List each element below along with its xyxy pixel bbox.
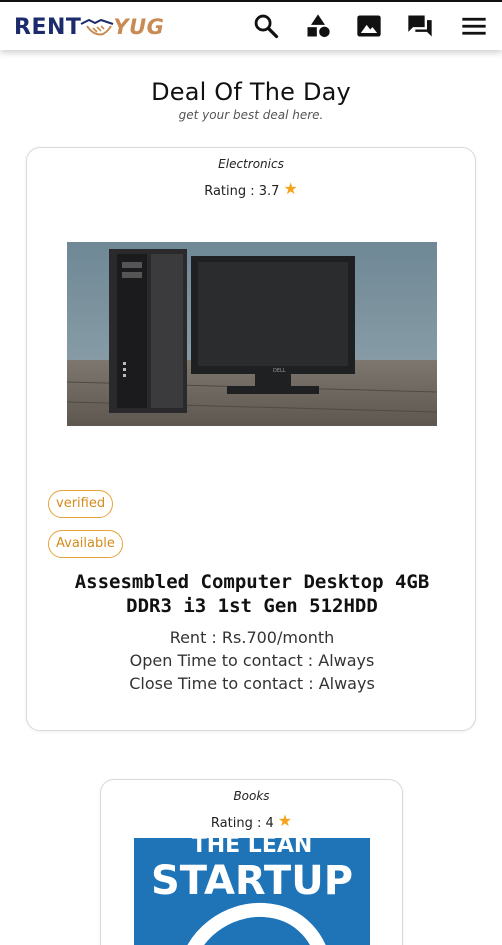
product-image[interactable]: THE LEAN STARTUP bbox=[134, 838, 370, 945]
desktop-computer-photo: DELL bbox=[67, 242, 437, 426]
rentyug-logo[interactable]: RENT YUG bbox=[14, 12, 164, 42]
rent-price: Rent : Rs.700/month bbox=[169, 628, 335, 647]
section-title: Deal Of The Day bbox=[151, 78, 351, 106]
search-icon[interactable] bbox=[252, 12, 280, 40]
available-badge: Available bbox=[48, 530, 123, 558]
product-rating: Rating : 4 ★ bbox=[101, 811, 402, 831]
category-shapes-icon[interactable] bbox=[304, 12, 332, 40]
product-image[interactable]: DELL bbox=[67, 242, 437, 426]
open-time: Open Time to contact : Always bbox=[129, 651, 375, 670]
product-category: Books bbox=[233, 789, 270, 803]
section-subtitle: get your best deal here. bbox=[178, 108, 324, 122]
star-icon: ★ bbox=[283, 179, 298, 198]
logo-rent-text: RENT bbox=[14, 14, 82, 40]
forum-icon[interactable] bbox=[406, 12, 434, 40]
rating-label: Rating : 3.7 bbox=[204, 184, 280, 199]
verified-badge: verified bbox=[48, 490, 114, 518]
product-category: Electronics bbox=[218, 157, 284, 171]
menu-icon[interactable] bbox=[460, 12, 488, 40]
product-card[interactable]: Books Rating : 4 ★ THE LEAN STARTUP bbox=[100, 779, 403, 945]
top-navbar: RENT YUG bbox=[0, 0, 502, 50]
handshake-icon bbox=[80, 18, 114, 36]
section-heading: Deal Of The Day get your best deal here. bbox=[0, 78, 502, 122]
cover-title-text: STARTUP bbox=[151, 858, 353, 904]
cover-top-text: THE LEAN bbox=[192, 838, 313, 858]
rating-label: Rating : 4 bbox=[210, 816, 274, 831]
star-icon: ★ bbox=[277, 811, 293, 830]
close-time: Close Time to contact : Always bbox=[129, 674, 375, 693]
logo-yug-text: YUG bbox=[113, 15, 165, 39]
product-card[interactable]: Electronics Rating : 3.7 ★ DELL verified… bbox=[26, 147, 476, 731]
svg-text:DELL: DELL bbox=[273, 368, 286, 374]
product-title[interactable]: Assesmbled Computer Desktop 4GB DDR3 i3 … bbox=[47, 570, 457, 618]
product-rating: Rating : 3.7 ★ bbox=[27, 179, 475, 199]
image-icon[interactable] bbox=[355, 12, 383, 40]
book-cover-image: THE LEAN STARTUP bbox=[134, 838, 370, 945]
